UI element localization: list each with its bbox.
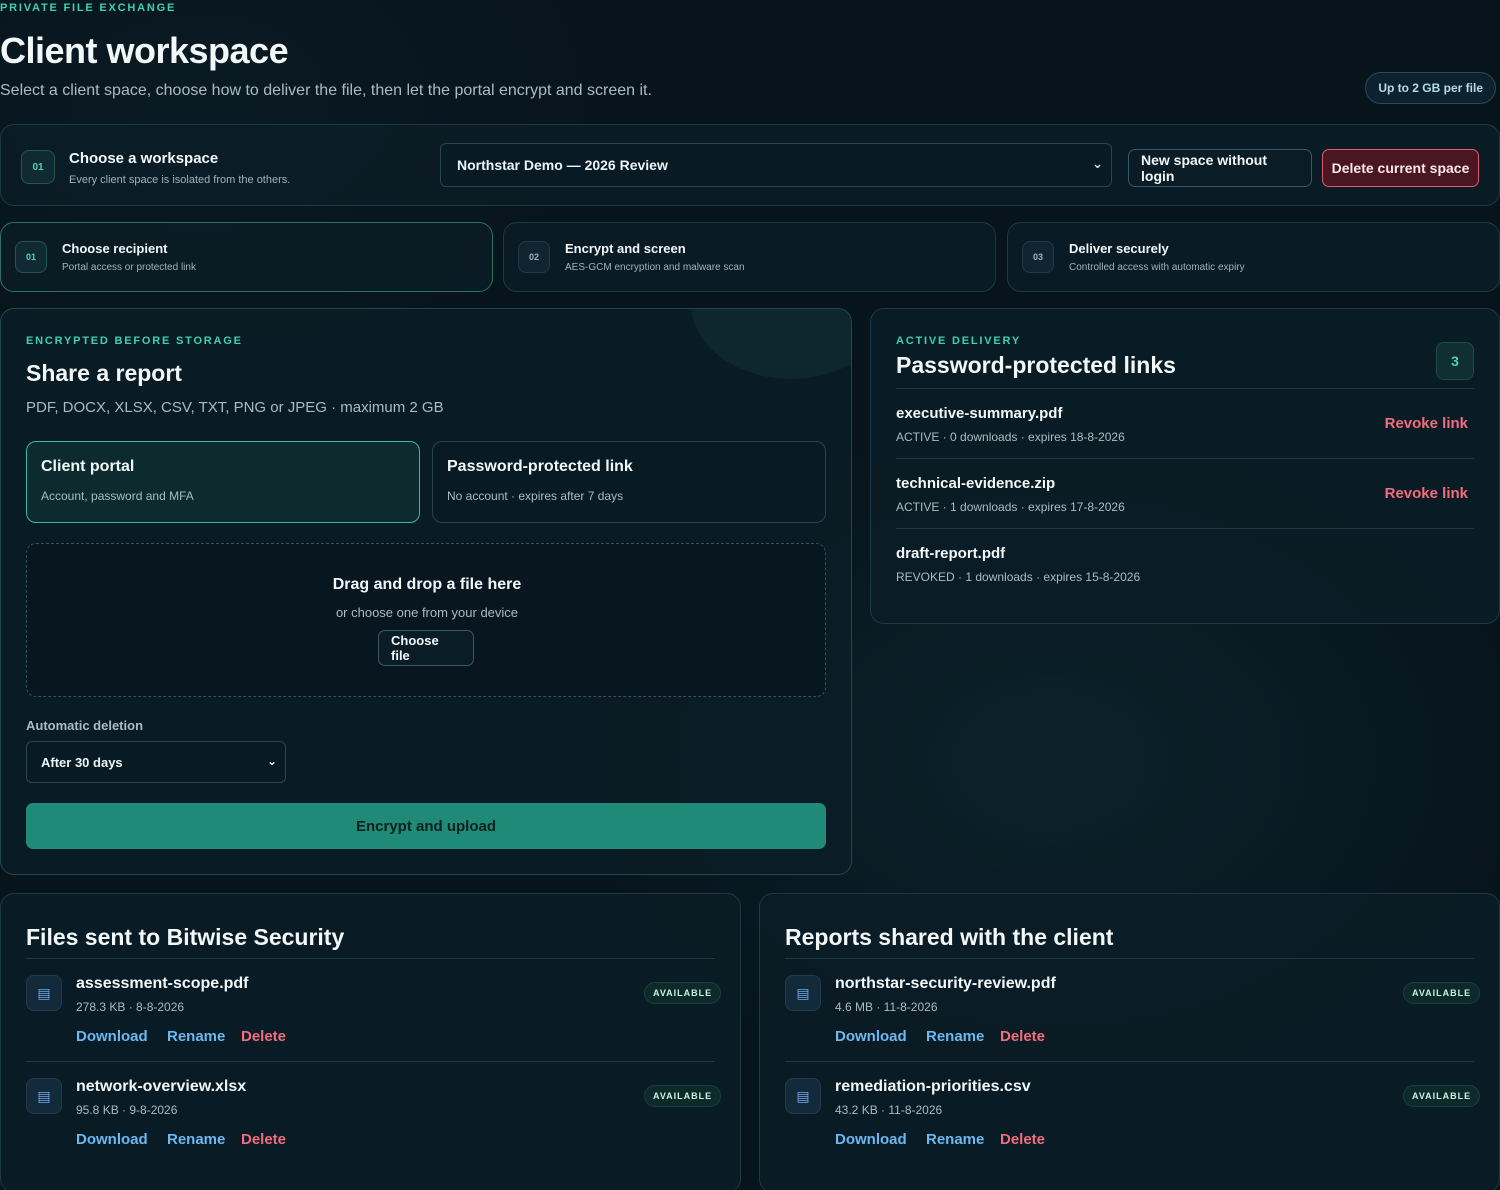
step-number: 03 [1022,241,1054,273]
revoke-link-button[interactable]: Revoke link [1385,415,1468,432]
link-item-name: executive-summary.pdf [896,405,1063,422]
file-meta: 95.8 KB · 9-8-2026 [76,1103,178,1117]
revoke-link-button[interactable]: Revoke link [1385,485,1468,502]
rename-button[interactable]: Rename [167,1131,225,1148]
links-title: Password-protected links [896,352,1176,378]
share-eyebrow: ENCRYPTED BEFORE STORAGE [26,335,243,347]
chevron-down-icon: ⌄ [1092,156,1103,171]
file-name: remediation-priorities.csv [835,1078,1031,1095]
step-title: Deliver securely [1069,241,1169,256]
download-button[interactable]: Download [76,1131,148,1148]
step-deliver-securely: 03 Deliver securely Controlled access wi… [1007,222,1500,292]
workspace-select[interactable]: Northstar Demo — 2026 Review ⌄ [440,143,1112,187]
delete-button[interactable]: Delete [1000,1028,1045,1045]
link-item-meta: ACTIVE · 0 downloads · expires 18-8-2026 [896,430,1125,444]
file-meta: 43.2 KB · 11-8-2026 [835,1103,943,1117]
dropzone-title: Drag and drop a file here [332,576,522,593]
mode-title: Password-protected link [447,458,633,475]
step-title: Choose recipient [62,241,168,256]
rename-button[interactable]: Rename [926,1131,984,1148]
rename-button[interactable]: Rename [926,1028,984,1045]
page-subtitle: Select a client space, choose how to del… [0,82,652,99]
workspace-select-value: Northstar Demo — 2026 Review [457,157,668,173]
file-dropzone[interactable]: Drag and drop a file here or choose one … [26,543,826,697]
file-name: network-overview.xlsx [76,1078,247,1095]
workspace-description: Every client space is isolated from the … [69,174,291,186]
file-size-limit-badge: Up to 2 GB per file [1365,72,1496,104]
step-description: Portal access or protected link [62,262,196,273]
reports-shared-title: Reports shared with the client [785,924,1114,950]
download-button[interactable]: Download [835,1131,907,1148]
link-item-name: draft-report.pdf [896,545,1006,562]
delete-space-button[interactable]: Delete current space [1322,149,1479,187]
step-number: 02 [518,241,550,273]
step-description: AES-GCM encryption and malware scan [565,262,745,273]
file-icon: ▤ [785,975,821,1011]
page-eyebrow: PRIVATE FILE EXCHANGE [0,2,177,14]
rename-button[interactable]: Rename [167,1028,225,1045]
link-item-name: technical-evidence.zip [896,475,1056,492]
file-name: assessment-scope.pdf [76,975,249,992]
file-icon: ▤ [26,1078,62,1114]
status-badge: AVAILABLE [1403,982,1481,1004]
page-title: Client workspace [0,30,289,71]
file-meta: 4.6 MB · 11-8-2026 [835,1000,938,1014]
delete-button[interactable]: Delete [241,1131,286,1148]
mode-client-portal[interactable]: Client portal Account, password and MFA [26,441,420,523]
file-icon: ▤ [785,1078,821,1114]
download-button[interactable]: Download [835,1028,907,1045]
auto-deletion-select[interactable]: After 30 days ⌄ [26,741,286,783]
auto-deletion-label: Automatic deletion [26,718,144,733]
mode-description: No account · expires after 7 days [447,489,624,503]
dropzone-subtitle: or choose one from your device [335,605,519,620]
step-choose-recipient: 01 Choose recipient Portal access or pro… [0,222,493,292]
auto-deletion-value: After 30 days [41,754,123,770]
share-title: Share a report [26,360,182,386]
step-title: Encrypt and screen [565,241,686,256]
workspace-step-number: 01 [21,150,55,184]
link-item-meta: REVOKED · 1 downloads · expires 15-8-202… [896,570,1141,584]
link-item-meta: ACTIVE · 1 downloads · expires 17-8-2026 [896,500,1125,514]
file-meta: 278.3 KB · 8-8-2026 [76,1000,185,1014]
chevron-down-icon: ⌄ [266,754,277,768]
links-eyebrow: ACTIVE DELIVERY [896,335,1021,347]
files-sent-title: Files sent to Bitwise Security [26,924,345,950]
workspace-title: Choose a workspace [69,150,219,167]
step-encrypt-screen: 02 Encrypt and screen AES-GCM encryption… [503,222,996,292]
download-button[interactable]: Download [76,1028,148,1045]
status-badge: AVAILABLE [1403,1085,1481,1107]
status-badge: AVAILABLE [644,982,722,1004]
delete-button[interactable]: Delete [241,1028,286,1045]
mode-description: Account, password and MFA [41,489,194,503]
choose-file-button[interactable]: Choose file [378,630,474,666]
links-count-badge: 3 [1436,342,1474,380]
encrypt-upload-button[interactable]: Encrypt and upload [26,803,826,849]
new-space-button[interactable]: New space without login [1128,149,1312,187]
delete-button[interactable]: Delete [1000,1131,1045,1148]
share-description: PDF, DOCX, XLSX, CSV, TXT, PNG or JPEG ·… [26,399,444,416]
mode-title: Client portal [41,458,135,475]
mode-password-link[interactable]: Password-protected link No account · exp… [432,441,826,523]
file-icon: ▤ [26,975,62,1011]
step-description: Controlled access with automatic expiry [1069,262,1245,273]
status-badge: AVAILABLE [644,1085,722,1107]
file-name: northstar-security-review.pdf [835,975,1056,992]
step-number: 01 [15,241,47,273]
